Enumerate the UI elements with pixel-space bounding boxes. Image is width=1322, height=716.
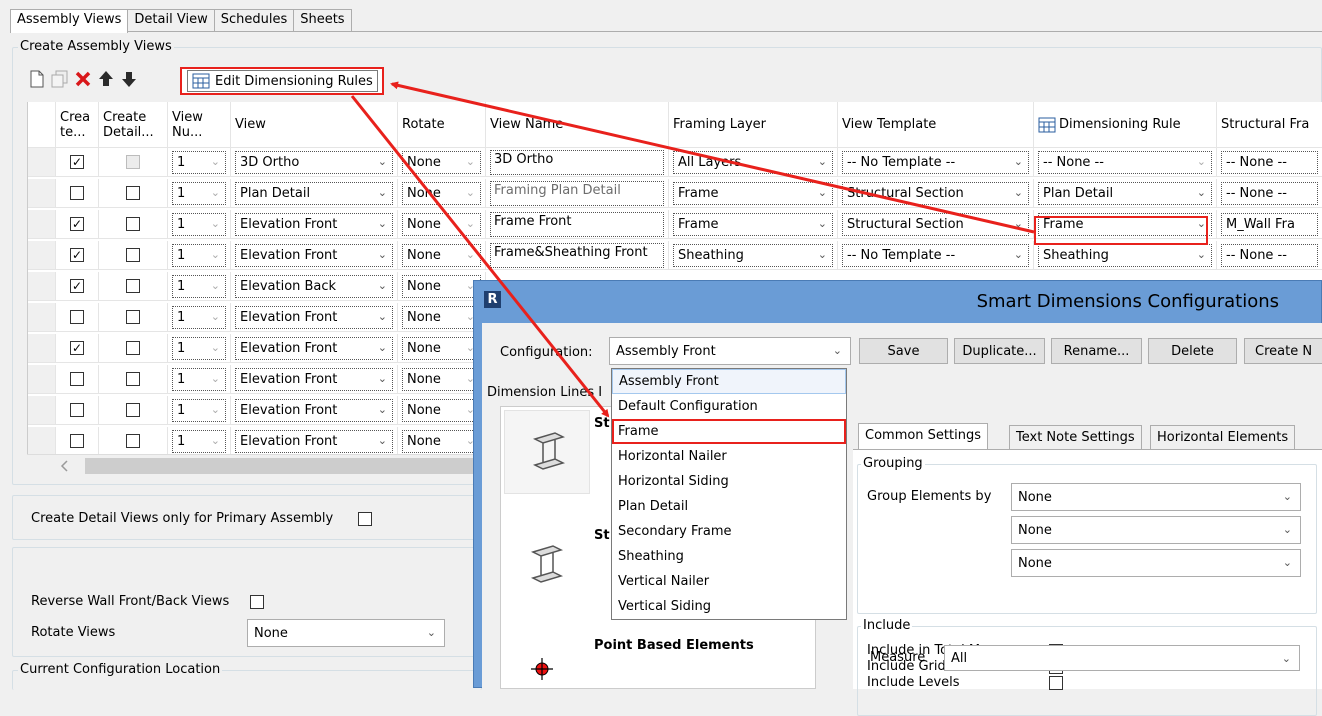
arrow-to-edit-rules [390, 81, 1035, 234]
annotation-arrows [350, 81, 1035, 418]
arrow-to-frame-option [350, 95, 610, 418]
tab-assembly-views[interactable]: Assembly Views [10, 9, 129, 33]
